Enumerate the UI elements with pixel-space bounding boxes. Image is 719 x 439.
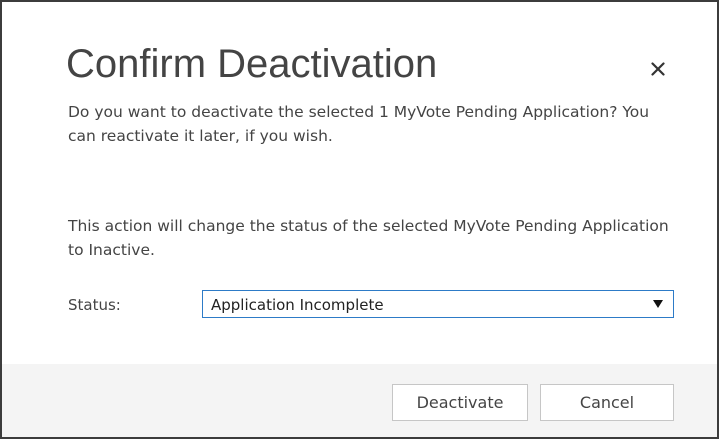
deactivate-button[interactable]: Deactivate — [392, 384, 528, 421]
dialog-body: Do you want to deactivate the selected 1… — [2, 94, 717, 362]
close-icon — [651, 62, 665, 76]
status-change-info-text: This action will change the status of th… — [68, 217, 669, 259]
status-label: Status: — [68, 296, 121, 314]
status-select[interactable]: Application Incomplete — [202, 290, 674, 318]
dialog-footer: Deactivate Cancel — [2, 364, 717, 437]
triangle-down-icon — [653, 300, 663, 308]
dialog-title: Confirm Deactivation — [66, 42, 438, 86]
deactivation-question-text: Do you want to deactivate the selected 1… — [68, 103, 650, 145]
dialog-header: Confirm Deactivation — [2, 2, 717, 94]
confirm-deactivation-dialog: Confirm Deactivation Do you want to deac… — [0, 0, 719, 439]
status-row: Status: Application Incomplete — [68, 290, 678, 322]
cancel-button[interactable]: Cancel — [540, 384, 674, 421]
close-button[interactable] — [643, 50, 673, 80]
status-selected-value: Application Incomplete — [211, 296, 384, 314]
